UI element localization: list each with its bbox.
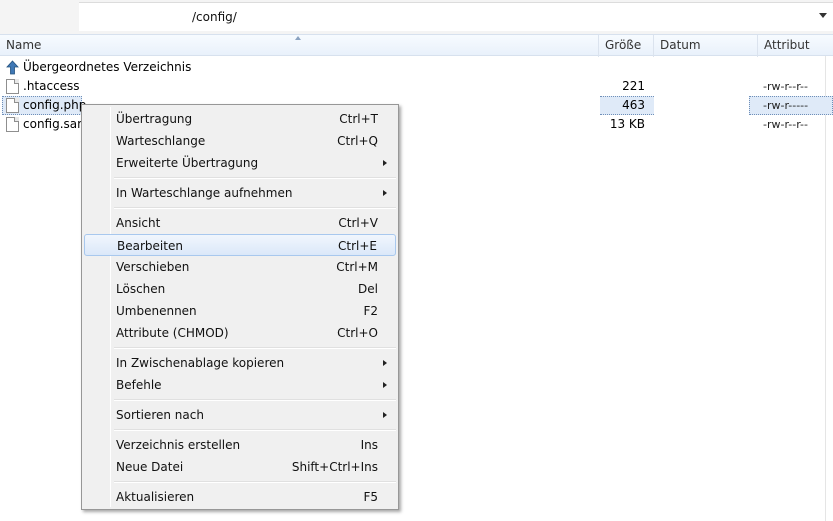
menu-item-label: Attribute (CHMOD) [116,326,229,340]
list-item-parent[interactable]: Übergeordnetes Verzeichnis [0,58,833,77]
menu-item-shortcut: F5 [363,490,378,504]
menu-separator [114,481,396,483]
menu-item-shortcut: Ctrl+Q [337,134,378,148]
list-item-htaccess[interactable]: .htaccess 221 -rw-r--r-- [0,77,833,96]
menu-item-label: Löschen [116,282,166,296]
menu-separator [114,207,396,209]
menu-separator [114,429,396,431]
file-name: config.sam [23,117,89,131]
dropdown-arrow-icon[interactable] [819,13,827,18]
menu-item-queue[interactable]: Warteschlange Ctrl+Q [84,130,396,152]
menu-item-label: Bearbeiten [117,239,183,253]
file-name: Übergeordnetes Verzeichnis [23,60,192,74]
file-size: 221 [622,79,645,93]
column-attribute[interactable]: Attribut [757,35,833,57]
menu-separator [114,177,396,179]
file-icon [6,98,19,113]
menu-item-new-file[interactable]: Neue Datei Shift+Ctrl+Ins [84,456,396,478]
menu-item-label: Verschieben [116,260,190,274]
menu-item-refresh[interactable]: Aktualisieren F5 [84,486,396,508]
submenu-arrow-icon [383,412,387,418]
menu-item-add-to-queue[interactable]: In Warteschlange aufnehmen [84,182,396,204]
menu-item-edit[interactable]: Bearbeiten Ctrl+E [84,234,396,256]
column-date[interactable]: Datum [653,35,757,57]
submenu-arrow-icon [383,382,387,388]
menu-item-label: Sortieren nach [116,408,204,422]
file-size: 463 [622,98,645,112]
menu-item-label: In Warteschlange aufnehmen [116,186,293,200]
menu-item-chmod[interactable]: Attribute (CHMOD) Ctrl+O [84,322,396,344]
column-size[interactable]: Größe [598,35,653,57]
menu-item-shortcut: Ctrl+V [338,216,378,230]
menu-item-advanced-transfer[interactable]: Erweiterte Übertragung [84,152,396,174]
menu-item-create-directory[interactable]: Verzeichnis erstellen Ins [84,434,396,456]
menu-item-label: Neue Datei [116,460,184,474]
menu-item-delete[interactable]: Löschen Del [84,278,396,300]
menu-item-label: Befehle [116,378,162,392]
menu-item-shortcut: Shift+Ctrl+Ins [291,460,378,474]
file-attribute: -rw-r----- [763,99,809,112]
menu-item-copy-to-clipboard[interactable]: In Zwischenablage kopieren [84,352,396,374]
menu-item-label: In Zwischenablage kopieren [116,356,285,370]
file-icon [6,117,19,132]
menu-item-label: Übertragung [116,112,193,126]
menu-item-view[interactable]: Ansicht Ctrl+V [84,212,396,234]
file-icon [6,79,19,94]
menu-item-transfer[interactable]: Übertragung Ctrl+T [84,108,396,130]
path-bar-area: /config/ [0,0,833,34]
submenu-arrow-icon [383,190,387,196]
file-name: .htaccess [23,79,80,93]
path-combobox[interactable]: /config/ [79,2,833,31]
menu-item-label: Umbenennen [116,304,197,318]
menu-item-shortcut: F2 [363,304,378,318]
menu-item-commands[interactable]: Befehle [84,374,396,396]
menu-item-shortcut: Ctrl+O [337,326,378,340]
path-text[interactable]: /config/ [192,10,237,24]
menu-item-shortcut: Ctrl+E [338,239,377,253]
menu-item-move[interactable]: Verschieben Ctrl+M [84,256,396,278]
column-header: Name Größe Datum Attribut [0,34,833,57]
menu-item-shortcut: Ins [360,438,378,452]
toolbar-gap [0,0,78,34]
menu-separator [114,399,396,401]
menu-item-shortcut: Ctrl+M [336,260,378,274]
file-size: 13 KB [609,117,645,131]
menu-item-label: Ansicht [116,216,161,230]
menu-separator [114,347,396,349]
menu-item-sort-by[interactable]: Sortieren nach [84,404,396,426]
menu-item-rename[interactable]: Umbenennen F2 [84,300,396,322]
parent-folder-icon [6,60,19,75]
menu-item-label: Warteschlange [116,134,206,148]
file-attribute: -rw-r--r-- [763,118,808,131]
menu-item-label: Erweiterte Übertragung [116,156,259,170]
submenu-arrow-icon [383,160,387,166]
menu-item-label: Verzeichnis erstellen [116,438,241,452]
context-menu: Übertragung Ctrl+T Warteschlange Ctrl+Q … [81,104,399,510]
menu-item-shortcut: Del [358,282,378,296]
file-attribute: -rw-r--r-- [763,80,808,93]
sort-ascending-icon [295,36,301,40]
submenu-arrow-icon [383,360,387,366]
menu-item-label: Aktualisieren [116,490,195,504]
menu-item-shortcut: Ctrl+T [339,112,378,126]
file-name: config.php [23,98,87,112]
